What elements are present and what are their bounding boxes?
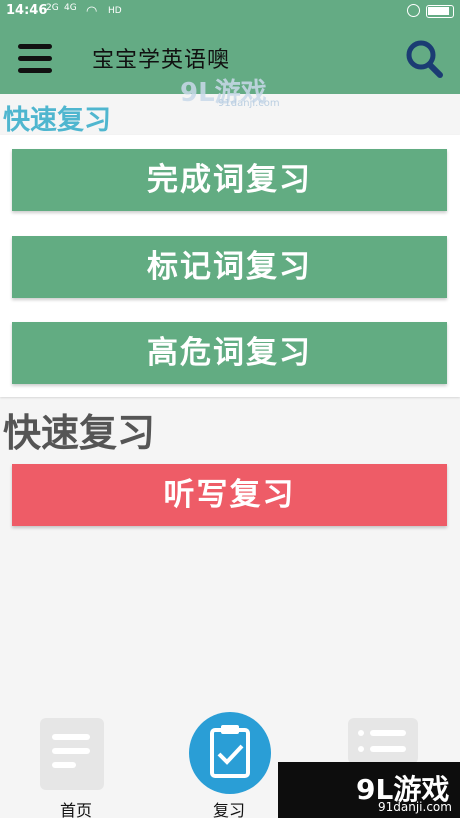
status-time: 14:46: [6, 3, 48, 18]
battery-icon: [426, 5, 454, 18]
nav-label-home: 首页: [60, 801, 93, 818]
review-card: 完成词复习 标记词复习 高危词复习: [0, 135, 460, 397]
watermark-url: 91danji.com: [218, 98, 280, 109]
nav-active-indicator: [189, 712, 271, 794]
section-title-quick-review-2: 快速复习: [3, 411, 156, 455]
nav-label-review: 复习: [213, 801, 246, 818]
clipboard-check-icon: [210, 725, 250, 778]
search-icon[interactable]: [404, 38, 444, 80]
dictation-review-button[interactable]: 听写复习: [12, 464, 447, 526]
menu-icon[interactable]: [18, 44, 52, 74]
section-title-quick-review: 快速复习: [3, 105, 111, 136]
signal-icon-2: 4G: [64, 3, 77, 13]
status-bar: 14:46 2G 4G HD ◠: [0, 0, 460, 24]
app-title: 宝宝学英语噢: [92, 48, 231, 73]
signal-icon-1: 2G: [46, 3, 59, 13]
watermark-logo: 9L游戏 91danji.com: [180, 78, 280, 109]
document-edit-icon: [40, 718, 104, 790]
marked-words-review-button[interactable]: 标记词复习: [12, 236, 447, 298]
watermark-corner: 9L游戏 91danji.com: [278, 762, 460, 818]
completed-words-review-button[interactable]: 完成词复习: [12, 149, 447, 211]
watermark-corner-url: 91danji.com: [378, 800, 452, 814]
high-risk-words-review-button[interactable]: 高危词复习: [12, 322, 447, 384]
hd-icon: HD: [108, 6, 122, 16]
wifi-icon: ◠: [86, 4, 98, 19]
lock-icon: [407, 4, 420, 17]
list-icon: [348, 718, 418, 764]
